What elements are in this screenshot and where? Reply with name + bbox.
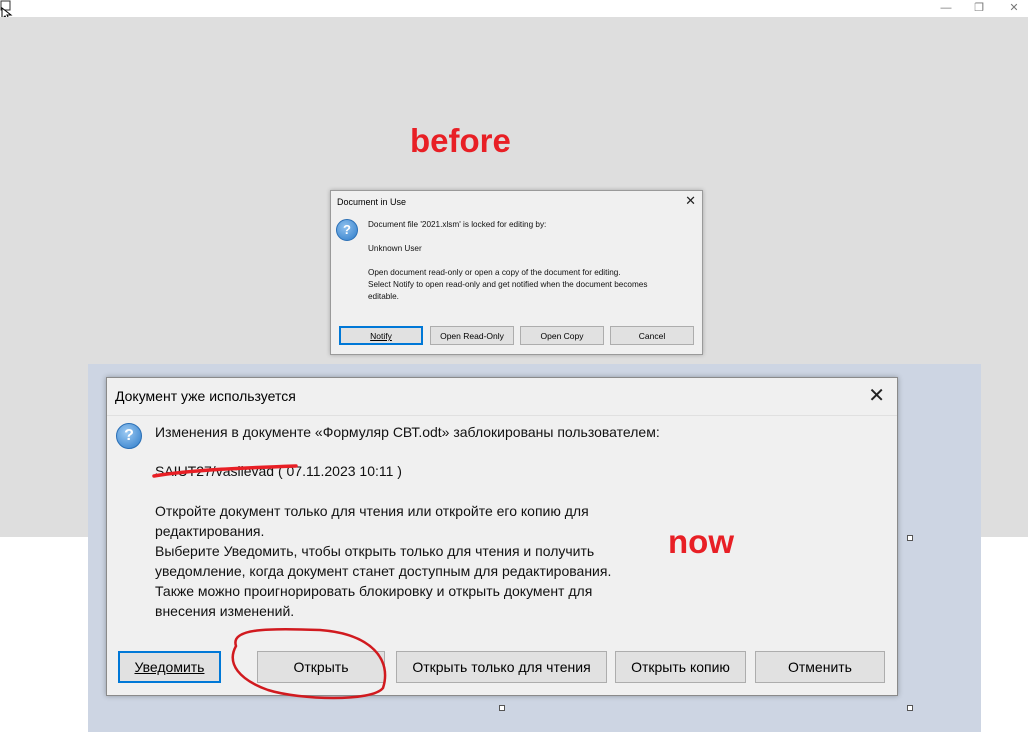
selection-handle[interactable] bbox=[499, 705, 505, 711]
question-icon: ? bbox=[116, 423, 142, 449]
selection-handle[interactable] bbox=[907, 705, 913, 711]
info-line-5: Также можно проигнорировать блокировку и… bbox=[155, 583, 593, 599]
restore-button[interactable]: ❐ bbox=[968, 1, 990, 15]
dialog-document-in-use: Document in Use ✕ ? Document file '2021.… bbox=[330, 190, 703, 355]
dialog-title: Документ уже используется bbox=[115, 388, 296, 404]
question-icon: ? bbox=[336, 219, 358, 241]
info-line-1: Open document read-only or open a copy o… bbox=[368, 268, 621, 277]
dialog-document-in-use-ru: Документ уже используется ✕ ? Изменения … bbox=[106, 377, 898, 696]
open-button[interactable]: Открыть bbox=[257, 651, 385, 683]
info-line-1: Откройте документ только для чтения или … bbox=[155, 503, 589, 519]
info-line-3: Выберите Уведомить, чтобы открыть только… bbox=[155, 543, 595, 559]
annotation-now: now bbox=[668, 523, 734, 560]
locked-message: Изменения в документе «Формуляр СВТ.odt»… bbox=[155, 424, 660, 440]
close-icon[interactable]: ✕ bbox=[685, 193, 696, 209]
open-copy-button[interactable]: Open Copy bbox=[520, 326, 604, 345]
open-copy-button[interactable]: Открыть копию bbox=[615, 651, 746, 683]
locked-message: Document file '2021.xlsm' is locked for … bbox=[368, 220, 547, 229]
lock-owner: Unknown User bbox=[368, 244, 422, 253]
dialog-title: Document in Use bbox=[337, 197, 407, 207]
open-read-only-button[interactable]: Открыть только для чтения bbox=[396, 651, 607, 683]
info-line-4: уведомление, когда документ станет досту… bbox=[155, 563, 612, 579]
minimize-button[interactable]: — bbox=[935, 1, 957, 15]
annotation-before: before bbox=[410, 122, 511, 159]
close-icon[interactable]: ✕ bbox=[868, 384, 885, 408]
cancel-button[interactable]: Отменить bbox=[755, 651, 885, 683]
title-divider bbox=[107, 415, 897, 416]
info-line-6: внесения изменений. bbox=[155, 603, 295, 619]
cancel-button[interactable]: Cancel bbox=[610, 326, 694, 345]
info-line-2: редактирования. bbox=[155, 523, 265, 539]
info-line-3: editable. bbox=[368, 292, 399, 301]
info-line-2: Select Notify to open read-only and get … bbox=[368, 280, 648, 289]
lock-timestamp: ( 07.11.2023 10:11 ) bbox=[277, 463, 402, 479]
notify-button[interactable]: Уведомить bbox=[118, 651, 221, 683]
lock-owner-user: SAIUT27/vasilevad bbox=[155, 463, 275, 479]
lock-owner: SAIUT27/vasilevad ( 07.11.2023 10:11 ) bbox=[155, 463, 402, 479]
window-titlebar bbox=[0, 0, 1028, 17]
notify-button[interactable]: Notify bbox=[339, 326, 423, 345]
selection-handle[interactable] bbox=[907, 535, 913, 541]
window-close-button[interactable]: ✕ bbox=[1003, 1, 1025, 15]
open-read-only-button[interactable]: Open Read-Only bbox=[430, 326, 514, 345]
